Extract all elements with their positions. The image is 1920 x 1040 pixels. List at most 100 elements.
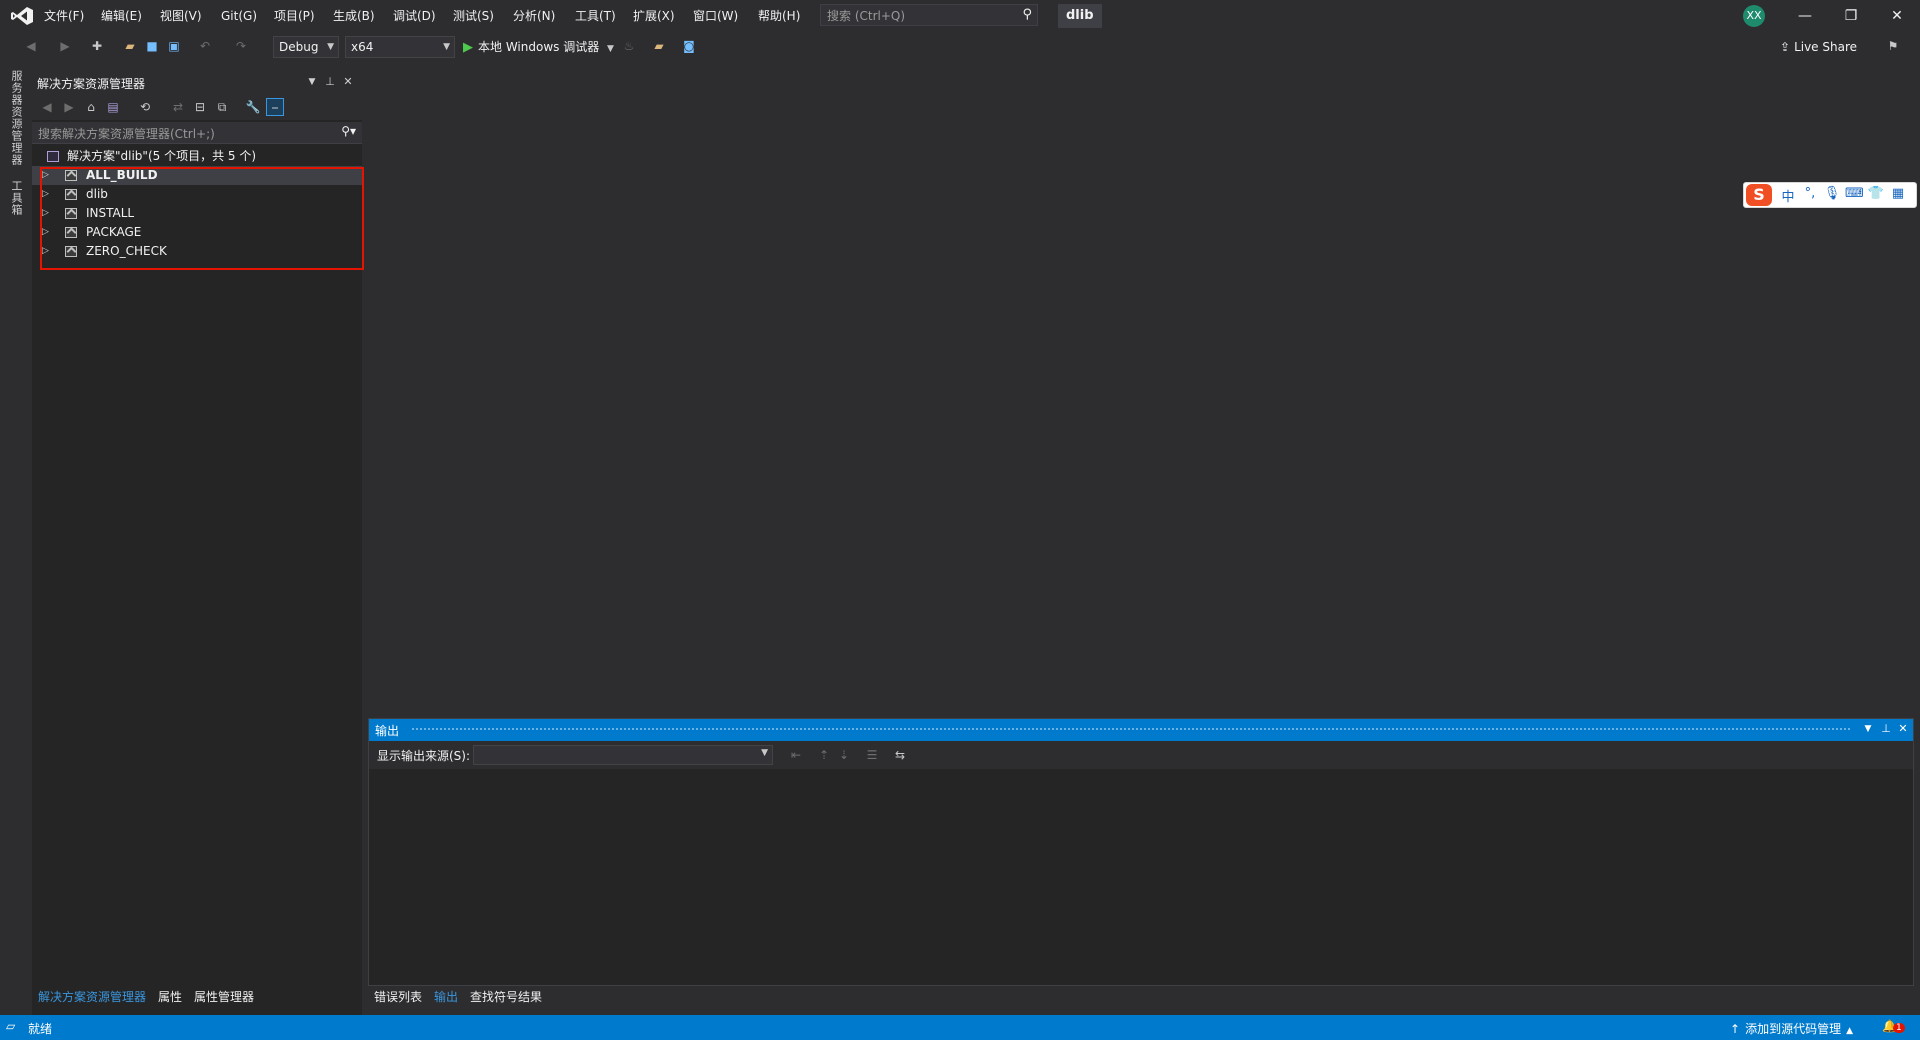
platform-dropdown[interactable]: x64 ▼ — [345, 36, 455, 58]
solution-search-box[interactable]: 搜索解决方案资源管理器(Ctrl+;) ⚲▾ — [32, 122, 362, 144]
ime-toolbar[interactable]: S 中 °, 🎙 ⌨ 👕 ▦ — [1743, 182, 1917, 208]
notification-count: 1 — [1892, 1023, 1905, 1033]
output-panel: 输出 ▼ ⊥ ✕ 显示输出来源(S): ▼ ⇤ ⇡ ⇣ ☰ ⇆ — [368, 718, 1914, 986]
tab-solution-explorer[interactable]: 解决方案资源管理器 — [38, 988, 146, 1005]
toolbox-tab[interactable]: 工具箱 — [8, 180, 24, 216]
config-value: Debug — [279, 40, 319, 54]
close-button[interactable]: ✕ — [1874, 0, 1920, 32]
panel-menu-icon[interactable]: ▼ — [305, 77, 319, 87]
config-dropdown[interactable]: Debug ▼ — [273, 36, 339, 58]
output-source-label: 显示输出来源(S): — [377, 749, 471, 763]
back-icon[interactable]: ◀ — [38, 98, 56, 116]
notifications-button[interactable]: 🔔1 — [1882, 1019, 1905, 1033]
menu-analyze[interactable]: 分析(N) — [513, 7, 555, 25]
feedback-icon[interactable]: ⚑ — [1884, 37, 1902, 55]
highlight-annotation-box — [40, 167, 364, 270]
preview-icon[interactable]: ⎯ — [266, 98, 284, 116]
tab-output[interactable]: 输出 — [434, 988, 458, 1005]
menu-test[interactable]: 测试(S) — [453, 7, 494, 25]
tab-find-symbol-results[interactable]: 查找符号结果 — [470, 988, 542, 1005]
find-message-icon[interactable]: ⇤ — [787, 746, 805, 764]
tab-property-manager[interactable]: 属性管理器 — [194, 988, 254, 1005]
chevron-down-icon: ▼ — [327, 42, 334, 52]
minimize-button[interactable]: — — [1782, 0, 1828, 32]
pin-icon[interactable]: ⊥ — [323, 75, 337, 88]
forward-icon[interactable]: ▶ — [60, 98, 78, 116]
menu-extensions[interactable]: 扩展(X) — [633, 7, 675, 25]
drag-grip[interactable] — [411, 727, 1851, 732]
save-icon[interactable]: ■ — [143, 37, 161, 55]
output-title: 输出 — [375, 724, 400, 738]
menu-debug[interactable]: 调试(D) — [393, 7, 436, 25]
output-toolbar: 显示输出来源(S): ▼ ⇤ ⇡ ⇣ ☰ ⇆ — [369, 741, 1913, 769]
screenshot-icon[interactable]: ◙ — [680, 37, 698, 55]
chevron-down-icon: ▼ — [761, 748, 768, 758]
forward-icon[interactable]: ▶ — [56, 37, 74, 55]
title-search-box[interactable]: 搜索 (Ctrl+Q) ⚲ — [820, 4, 1038, 26]
sync-icon[interactable]: ⇄ — [169, 98, 187, 116]
search-icon: ⚲ — [1022, 7, 1032, 22]
sogou-logo-icon[interactable]: S — [1746, 184, 1772, 206]
skin-shirt-icon[interactable]: 👕 — [1867, 186, 1885, 201]
properties-wrench-icon[interactable]: 🔧 — [244, 98, 262, 116]
panel-menu-icon[interactable]: ▼ — [1861, 724, 1875, 734]
show-all-files-icon[interactable]: ⧉ — [213, 98, 231, 116]
clear-all-icon[interactable]: ☰ — [863, 746, 881, 764]
previous-message-icon[interactable]: ⇡ — [815, 746, 833, 764]
open-file-icon[interactable]: ▰ — [121, 37, 139, 55]
solution-name-badge: dlib — [1058, 4, 1102, 28]
status-text: 就绪 — [28, 1022, 53, 1036]
status-bar: ▱ 就绪 ↑ 添加到源代码管理 ▲ 🔔1 — [0, 1015, 1920, 1040]
tab-error-list[interactable]: 错误列表 — [374, 988, 422, 1005]
live-share-button[interactable]: ⇪ Live Share — [1780, 36, 1857, 58]
undo-icon[interactable]: ↶ — [196, 37, 214, 55]
menu-edit[interactable]: 编辑(E) — [101, 7, 142, 25]
close-icon[interactable]: ✕ — [341, 75, 355, 88]
punctuation-icon[interactable]: °, — [1801, 186, 1819, 201]
solution-explorer-title: 解决方案资源管理器 — [37, 77, 146, 91]
folder-icon[interactable]: ▰ — [650, 37, 668, 55]
redo-icon[interactable]: ↷ — [232, 37, 250, 55]
menu-project[interactable]: 项目(P) — [274, 7, 315, 25]
restore-button[interactable]: ❐ — [1828, 0, 1874, 32]
next-message-icon[interactable]: ⇣ — [835, 746, 853, 764]
output-source-dropdown[interactable]: ▼ — [473, 745, 773, 765]
menu-tools[interactable]: 工具(T) — [575, 7, 616, 25]
save-all-icon[interactable]: ▣ — [165, 37, 183, 55]
pending-changes-icon[interactable]: ⟲ — [136, 98, 154, 116]
play-icon: ▶ — [463, 40, 473, 55]
menu-git[interactable]: Git(G) — [221, 7, 257, 25]
solution-search-placeholder: 搜索解决方案资源管理器(Ctrl+;) — [38, 127, 215, 141]
start-debugging-button[interactable]: ▶ 本地 Windows 调试器 ▼ — [463, 36, 614, 58]
new-project-icon[interactable]: ✚ — [88, 37, 106, 55]
run-label: 本地 Windows 调试器 — [478, 40, 600, 54]
hot-reload-icon[interactable]: ♨ — [620, 37, 638, 55]
home-icon[interactable]: ⌂ — [82, 98, 100, 116]
microphone-icon[interactable]: 🎙 — [1823, 186, 1841, 201]
menu-file[interactable]: 文件(F) — [44, 7, 84, 25]
menu-help[interactable]: 帮助(H) — [758, 7, 800, 25]
toolbox-grid-icon[interactable]: ▦ — [1889, 186, 1907, 201]
server-explorer-tab[interactable]: 服务器资源管理器 — [8, 70, 24, 166]
collapse-all-icon[interactable]: ⊟ — [191, 98, 209, 116]
source-control-label: 添加到源代码管理 — [1745, 1022, 1842, 1036]
pin-icon[interactable]: ⊥ — [1879, 722, 1893, 735]
solution-label: 解决方案"dlib"(5 个项目，共 5 个) — [67, 149, 257, 163]
add-to-source-control-button[interactable]: ↑ 添加到源代码管理 ▲ — [1730, 1020, 1853, 1037]
ime-mode[interactable]: 中 — [1779, 186, 1797, 205]
solution-explorer-toolbar: ◀ ▶ ⌂ ▤ ⟲ ⇄ ⊟ ⧉ 🔧 ⎯ — [32, 94, 362, 120]
solution-node[interactable]: 解决方案"dlib"(5 个项目，共 5 个) — [32, 147, 362, 166]
chevron-down-icon: ▼ — [443, 42, 450, 52]
switch-views-icon[interactable]: ▤ — [104, 98, 122, 116]
menu-view[interactable]: 视图(V) — [160, 7, 202, 25]
menu-build[interactable]: 生成(B) — [333, 7, 375, 25]
menu-window[interactable]: 窗口(W) — [693, 7, 738, 25]
keyboard-icon[interactable]: ⌨ — [1845, 186, 1864, 201]
title-bar: 文件(F) 编辑(E) 视图(V) Git(G) 项目(P) 生成(B) 调试(… — [0, 0, 1920, 32]
account-avatar[interactable]: XX — [1743, 5, 1765, 27]
word-wrap-icon[interactable]: ⇆ — [891, 746, 909, 764]
tab-properties[interactable]: 属性 — [158, 988, 182, 1005]
chevron-up-icon: ▲ — [1846, 1026, 1853, 1036]
close-icon[interactable]: ✕ — [1896, 722, 1910, 735]
back-icon[interactable]: ◀ — [22, 37, 40, 55]
